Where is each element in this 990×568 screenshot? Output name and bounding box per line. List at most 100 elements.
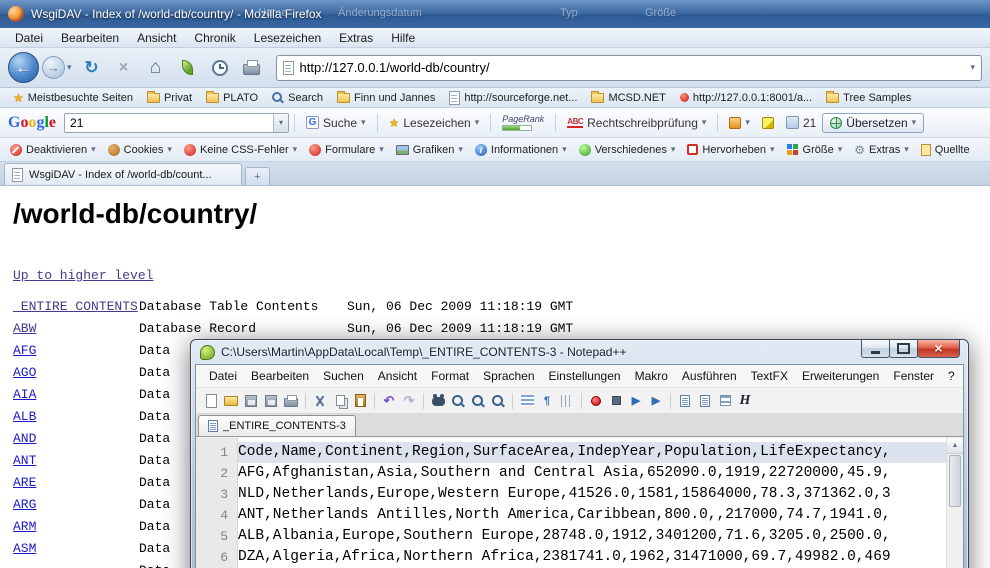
doc-switcher-icon[interactable]	[696, 393, 714, 409]
translate-button[interactable]: Übersetzen▾	[822, 113, 924, 133]
html-preview-icon[interactable]: H	[736, 393, 754, 409]
bookmark-finn-und-jannes[interactable]: Finn und Jannes	[330, 92, 442, 104]
wd-information-menu[interactable]: iInformationen▾	[469, 144, 573, 156]
menu-lesezeichen[interactable]: Lesezeichen	[245, 31, 330, 45]
redo-icon[interactable]: ↷	[400, 393, 418, 409]
npp-menu-makro[interactable]: Makro	[628, 369, 675, 383]
bookmark-tree-samples[interactable]: Tree Samples	[819, 92, 918, 104]
home-button[interactable]: ⌂	[144, 56, 168, 80]
play-macro-icon[interactable]: ▶	[627, 393, 645, 409]
reload-button[interactable]: ↻	[80, 56, 104, 80]
spellcheck-button[interactable]: ABCRechtschreibprüfung▾	[561, 116, 712, 130]
entry-link[interactable]: ARM	[0, 519, 139, 534]
autofill-button[interactable]: ▾	[723, 117, 756, 129]
bookmark-mcsd[interactable]: MCSD.NET	[584, 92, 672, 104]
npp-menu-bearbeiten[interactable]: Bearbeiten	[244, 369, 316, 383]
copy-icon[interactable]	[331, 393, 349, 409]
zoom-in-icon[interactable]	[469, 393, 487, 409]
stop-macro-icon[interactable]	[607, 393, 625, 409]
forward-button[interactable]: →	[42, 56, 65, 79]
menu-chronik[interactable]: Chronik	[185, 31, 244, 45]
npp-menu-format[interactable]: Format	[424, 369, 476, 383]
wd-forms-menu[interactable]: Formulare▾	[303, 144, 390, 156]
history-dropdown-caret[interactable]: ▾	[67, 62, 72, 73]
wd-miscellaneous-menu[interactable]: Verschiedenes▾	[573, 144, 682, 156]
urlbar-dropdown-caret[interactable]: ▾	[970, 62, 975, 73]
address-bar[interactable]: ▾	[276, 55, 982, 81]
npp-menu-ansicht[interactable]: Ansicht	[371, 369, 424, 383]
entry-link[interactable]: AGO	[0, 365, 139, 380]
google-search-dropdown[interactable]: ▾	[273, 114, 288, 132]
editor-scrollbar[interactable]: ▲	[946, 438, 963, 568]
print-button[interactable]	[240, 56, 264, 80]
npp-menu-datei[interactable]: Datei	[202, 369, 244, 383]
minimize-button[interactable]	[861, 340, 890, 358]
menu-ansicht[interactable]: Ansicht	[128, 31, 185, 45]
npp-menu-fenster[interactable]: Fenster	[886, 369, 941, 383]
npp-menu-ausfuehren[interactable]: Ausführen	[675, 369, 744, 383]
stop-button[interactable]: ×	[112, 56, 136, 80]
entry-link[interactable]: AIA	[0, 387, 139, 402]
new-tab-button[interactable]: +	[245, 167, 270, 185]
entry-link[interactable]: _ENTIRE_CONTENTS	[0, 299, 139, 314]
close-button[interactable]	[917, 340, 960, 358]
feed-reader-button[interactable]	[176, 56, 200, 80]
entry-link[interactable]: AND	[0, 431, 139, 446]
wd-viewsource-menu[interactable]: Quellte	[915, 144, 976, 156]
replace-icon[interactable]	[449, 393, 467, 409]
record-macro-icon[interactable]	[587, 393, 605, 409]
bookmark-privat[interactable]: Privat	[140, 92, 199, 104]
scroll-up-arrow[interactable]: ▲	[947, 438, 963, 454]
bookmark-plato[interactable]: PLATO	[199, 92, 265, 104]
run-macro-multiple-icon[interactable]: ▶	[647, 393, 665, 409]
pagerank-widget[interactable]: PageRank	[496, 115, 550, 131]
doc-monitor-icon[interactable]	[676, 393, 694, 409]
notepadpp-titlebar[interactable]: C:\Users\Martin\AppData\Local\Temp\_ENTI…	[191, 340, 968, 364]
npp-menu-help[interactable]: ?	[941, 369, 962, 383]
entry-link[interactable]: ALB	[0, 409, 139, 424]
entry-link[interactable]: ASM	[0, 541, 139, 556]
cut-icon[interactable]	[311, 393, 329, 409]
save-icon[interactable]	[242, 393, 260, 409]
google-search-button[interactable]: GSuche▾	[300, 116, 372, 130]
wd-disable-menu[interactable]: Deaktivieren▾	[4, 144, 102, 156]
entry-link[interactable]: AFG	[0, 343, 139, 358]
wd-css-menu[interactable]: Keine CSS-Fehler▾	[178, 144, 303, 156]
show-all-characters-icon[interactable]: ¶	[538, 393, 556, 409]
npp-menu-einstellungen[interactable]: Einstellungen	[542, 369, 628, 383]
bookmark-search[interactable]: Search	[265, 92, 330, 104]
menu-datei[interactable]: Datei	[6, 31, 52, 45]
indent-guide-icon[interactable]	[558, 393, 576, 409]
undo-icon[interactable]: ↶	[380, 393, 398, 409]
back-button[interactable]: ←	[8, 52, 39, 83]
maximize-button[interactable]	[889, 340, 918, 358]
url-input[interactable]	[300, 60, 965, 75]
entry-link[interactable]: ARG	[0, 497, 139, 512]
print-icon[interactable]	[282, 393, 300, 409]
save-all-icon[interactable]	[262, 393, 280, 409]
scrollbar-thumb[interactable]	[949, 455, 961, 507]
entry-link[interactable]: ABW	[0, 321, 139, 336]
word-find-counter[interactable]: 21	[780, 116, 822, 130]
npp-menu-suchen[interactable]: Suchen	[316, 369, 371, 383]
up-to-higher-level-link[interactable]: Up to higher level	[13, 268, 153, 283]
bookmark-sourceforge[interactable]: http://sourceforge.net...	[442, 91, 584, 105]
history-button[interactable]	[208, 56, 232, 80]
find-icon[interactable]	[429, 393, 447, 409]
wd-tools-menu[interactable]: ⚙Extras▾	[848, 144, 914, 156]
npp-tab-entire-contents[interactable]: _ENTIRE_CONTENTS-3	[198, 415, 356, 436]
word-wrap-icon[interactable]	[518, 393, 536, 409]
google-search-box[interactable]: ▾	[64, 113, 289, 133]
zoom-out-icon[interactable]	[489, 393, 507, 409]
wd-resize-menu[interactable]: Größe▾	[781, 144, 849, 156]
new-file-icon[interactable]	[202, 393, 220, 409]
wd-outline-menu[interactable]: Hervorheben▾	[681, 144, 780, 156]
google-search-input[interactable]	[70, 116, 273, 130]
npp-menu-erweiterungen[interactable]: Erweiterungen	[795, 369, 886, 383]
wd-cookies-menu[interactable]: Cookies▾	[102, 144, 178, 156]
wd-images-menu[interactable]: Grafiken▾	[390, 144, 469, 156]
open-file-icon[interactable]	[222, 393, 240, 409]
tab-wsgidav[interactable]: WsgiDAV - Index of /world-db/count...	[4, 163, 242, 185]
entry-link[interactable]: ANT	[0, 453, 139, 468]
firefox-titlebar[interactable]: WsgiDAV - Index of /world-db/country/ - …	[0, 0, 990, 28]
